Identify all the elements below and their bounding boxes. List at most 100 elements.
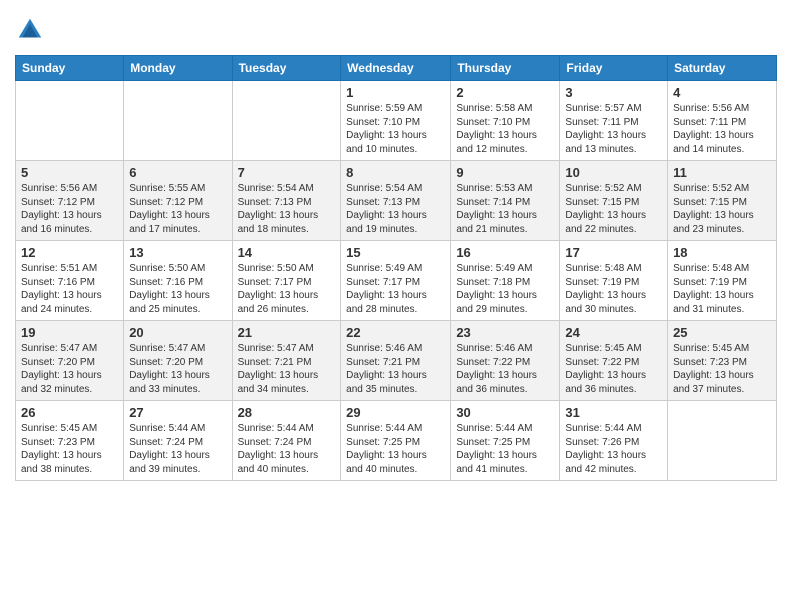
calendar-cell: 28 Sunrise: 5:44 AM Sunset: 7:24 PM Dayli… [232, 401, 341, 481]
calendar-cell: 13 Sunrise: 5:50 AM Sunset: 7:16 PM Dayli… [124, 241, 232, 321]
calendar-cell: 23Sunrise: 5:46 AM Sunset: 7:22 PM Dayli… [451, 321, 560, 401]
day-info: Sunrise: 5:51 AM Sunset: 7:16 PM Dayligh… [21, 262, 118, 316]
day-info: Sunrise: 5:54 AM Sunset: 7:13 PM Dayligh… [346, 182, 445, 236]
day-info: Sunrise: 5:44 AM Sunset: 7:26 PM Dayligh… [565, 422, 662, 476]
calendar-cell: 1 Sunrise: 5:59 AM Sunset: 7:10 PM Daylig… [341, 81, 451, 161]
day-number: 15 [346, 245, 445, 260]
day-number: 2 [456, 85, 554, 100]
day-number: 3 [565, 85, 662, 100]
col-header-saturday: Saturday [668, 56, 777, 81]
day-info: Sunrise: 5:48 AM Sunset: 7:19 PM Dayligh… [565, 262, 662, 316]
day-number: 6 [129, 165, 226, 180]
calendar-cell: 8 Sunrise: 5:54 AM Sunset: 7:13 PM Daylig… [341, 161, 451, 241]
day-info: Sunrise: 5:45 AM Sunset: 7:23 PM Dayligh… [673, 342, 771, 396]
calendar-cell: 18 Sunrise: 5:48 AM Sunset: 7:19 PM Dayli… [668, 241, 777, 321]
calendar-cell: 11Sunrise: 5:52 AM Sunset: 7:15 PM Dayli… [668, 161, 777, 241]
day-number: 13 [129, 245, 226, 260]
day-number: 26 [21, 405, 118, 420]
day-info: Sunrise: 5:47 AM Sunset: 7:20 PM Dayligh… [21, 342, 118, 396]
day-number: 17 [565, 245, 662, 260]
calendar-cell: 3 Sunrise: 5:57 AM Sunset: 7:11 PM Daylig… [560, 81, 668, 161]
day-number: 16 [456, 245, 554, 260]
day-number: 12 [21, 245, 118, 260]
day-info: Sunrise: 5:56 AM Sunset: 7:12 PM Dayligh… [21, 182, 118, 236]
col-header-wednesday: Wednesday [341, 56, 451, 81]
day-number: 4 [673, 85, 771, 100]
day-info: Sunrise: 5:47 AM Sunset: 7:20 PM Dayligh… [129, 342, 226, 396]
day-info: Sunrise: 5:58 AM Sunset: 7:10 PM Dayligh… [456, 102, 554, 156]
day-info: Sunrise: 5:45 AM Sunset: 7:23 PM Dayligh… [21, 422, 118, 476]
day-info: Sunrise: 5:52 AM Sunset: 7:15 PM Dayligh… [565, 182, 662, 236]
day-info: Sunrise: 5:46 AM Sunset: 7:22 PM Dayligh… [456, 342, 554, 396]
day-number: 1 [346, 85, 445, 100]
calendar-cell: 26 Sunrise: 5:45 AM Sunset: 7:23 PM Dayli… [16, 401, 124, 481]
calendar-cell: 14 Sunrise: 5:50 AM Sunset: 7:17 PM Dayli… [232, 241, 341, 321]
day-info: Sunrise: 5:50 AM Sunset: 7:17 PM Dayligh… [238, 262, 336, 316]
day-info: Sunrise: 5:44 AM Sunset: 7:24 PM Dayligh… [238, 422, 336, 476]
day-info: Sunrise: 5:49 AM Sunset: 7:17 PM Dayligh… [346, 262, 445, 316]
calendar-cell [232, 81, 341, 161]
calendar-cell: 22 Sunrise: 5:46 AM Sunset: 7:21 PM Dayli… [341, 321, 451, 401]
calendar-cell: 31 Sunrise: 5:44 AM Sunset: 7:26 PM Dayli… [560, 401, 668, 481]
calendar-cell: 6 Sunrise: 5:55 AM Sunset: 7:12 PM Daylig… [124, 161, 232, 241]
day-number: 21 [238, 325, 336, 340]
calendar-cell: 29 Sunrise: 5:44 AM Sunset: 7:25 PM Dayli… [341, 401, 451, 481]
calendar-cell: 2 Sunrise: 5:58 AM Sunset: 7:10 PM Daylig… [451, 81, 560, 161]
day-number: 8 [346, 165, 445, 180]
day-info: Sunrise: 5:45 AM Sunset: 7:22 PM Dayligh… [565, 342, 662, 396]
calendar-cell: 7Sunrise: 5:54 AM Sunset: 7:13 PM Daylig… [232, 161, 341, 241]
calendar-cell: 16 Sunrise: 5:49 AM Sunset: 7:18 PM Dayli… [451, 241, 560, 321]
calendar-cell: 4 Sunrise: 5:56 AM Sunset: 7:11 PM Daylig… [668, 81, 777, 161]
day-number: 19 [21, 325, 118, 340]
day-number: 9 [456, 165, 554, 180]
day-info: Sunrise: 5:55 AM Sunset: 7:12 PM Dayligh… [129, 182, 226, 236]
day-number: 30 [456, 405, 554, 420]
day-info: Sunrise: 5:57 AM Sunset: 7:11 PM Dayligh… [565, 102, 662, 156]
calendar-cell: 5Sunrise: 5:56 AM Sunset: 7:12 PM Daylig… [16, 161, 124, 241]
calendar-cell: 17 Sunrise: 5:48 AM Sunset: 7:19 PM Dayli… [560, 241, 668, 321]
logo [15, 15, 49, 45]
calendar-cell: 12 Sunrise: 5:51 AM Sunset: 7:16 PM Dayli… [16, 241, 124, 321]
calendar-cell: 9Sunrise: 5:53 AM Sunset: 7:14 PM Daylig… [451, 161, 560, 241]
day-info: Sunrise: 5:44 AM Sunset: 7:24 PM Dayligh… [129, 422, 226, 476]
logo-icon [15, 15, 45, 45]
day-number: 31 [565, 405, 662, 420]
calendar-week-3: 12 Sunrise: 5:51 AM Sunset: 7:16 PM Dayli… [16, 241, 777, 321]
day-info: Sunrise: 5:59 AM Sunset: 7:10 PM Dayligh… [346, 102, 445, 156]
day-info: Sunrise: 5:48 AM Sunset: 7:19 PM Dayligh… [673, 262, 771, 316]
col-header-monday: Monday [124, 56, 232, 81]
day-number: 28 [238, 405, 336, 420]
day-number: 10 [565, 165, 662, 180]
day-info: Sunrise: 5:47 AM Sunset: 7:21 PM Dayligh… [238, 342, 336, 396]
page-header [15, 15, 777, 45]
calendar-cell: 20 Sunrise: 5:47 AM Sunset: 7:20 PM Dayli… [124, 321, 232, 401]
day-number: 14 [238, 245, 336, 260]
day-info: Sunrise: 5:46 AM Sunset: 7:21 PM Dayligh… [346, 342, 445, 396]
day-number: 20 [129, 325, 226, 340]
calendar-cell [16, 81, 124, 161]
calendar-cell: 19 Sunrise: 5:47 AM Sunset: 7:20 PM Dayli… [16, 321, 124, 401]
calendar-week-5: 26 Sunrise: 5:45 AM Sunset: 7:23 PM Dayli… [16, 401, 777, 481]
day-info: Sunrise: 5:44 AM Sunset: 7:25 PM Dayligh… [346, 422, 445, 476]
col-header-friday: Friday [560, 56, 668, 81]
col-header-sunday: Sunday [16, 56, 124, 81]
calendar-cell: 24Sunrise: 5:45 AM Sunset: 7:22 PM Dayli… [560, 321, 668, 401]
day-number: 25 [673, 325, 771, 340]
day-number: 22 [346, 325, 445, 340]
calendar-cell [124, 81, 232, 161]
day-info: Sunrise: 5:56 AM Sunset: 7:11 PM Dayligh… [673, 102, 771, 156]
calendar-cell: 25 Sunrise: 5:45 AM Sunset: 7:23 PM Dayli… [668, 321, 777, 401]
day-info: Sunrise: 5:50 AM Sunset: 7:16 PM Dayligh… [129, 262, 226, 316]
calendar-week-1: 1 Sunrise: 5:59 AM Sunset: 7:10 PM Daylig… [16, 81, 777, 161]
col-header-thursday: Thursday [451, 56, 560, 81]
day-number: 29 [346, 405, 445, 420]
day-info: Sunrise: 5:44 AM Sunset: 7:25 PM Dayligh… [456, 422, 554, 476]
calendar-cell: 21 Sunrise: 5:47 AM Sunset: 7:21 PM Dayli… [232, 321, 341, 401]
calendar-header-row: SundayMondayTuesdayWednesdayThursdayFrid… [16, 56, 777, 81]
day-number: 18 [673, 245, 771, 260]
day-info: Sunrise: 5:49 AM Sunset: 7:18 PM Dayligh… [456, 262, 554, 316]
col-header-tuesday: Tuesday [232, 56, 341, 81]
day-info: Sunrise: 5:52 AM Sunset: 7:15 PM Dayligh… [673, 182, 771, 236]
calendar-table: SundayMondayTuesdayWednesdayThursdayFrid… [15, 55, 777, 481]
calendar-cell: 10 Sunrise: 5:52 AM Sunset: 7:15 PM Dayli… [560, 161, 668, 241]
